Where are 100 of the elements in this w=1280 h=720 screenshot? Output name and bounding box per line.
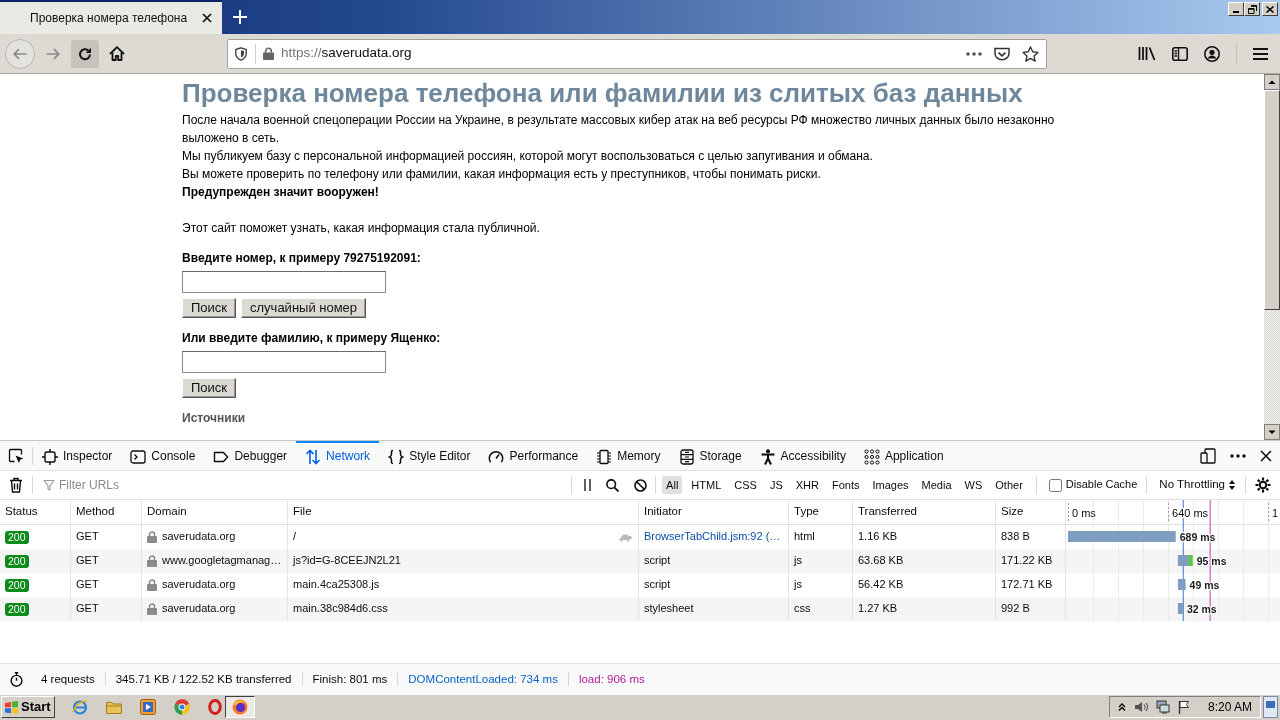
scroll-up-icon[interactable] xyxy=(1264,74,1280,90)
chevron-up-icon[interactable] xyxy=(1117,703,1126,711)
shield-icon[interactable] xyxy=(235,46,247,61)
e-logo-icon[interactable] xyxy=(71,699,88,715)
devtools-tab[interactable]: Network xyxy=(296,441,380,470)
search-icon[interactable] xyxy=(606,478,620,492)
close-button[interactable] xyxy=(1262,2,1278,16)
trash-icon[interactable] xyxy=(9,477,23,493)
column-header[interactable]: Domain xyxy=(147,505,187,519)
devtools-tab[interactable]: Style Editor xyxy=(379,441,480,470)
scrollbar-thumb[interactable] xyxy=(1264,90,1280,310)
timing-label: 32 ms xyxy=(1186,603,1217,615)
page-heading: Проверка номера телефона или фамилии из слитых баз данных xyxy=(182,78,1024,108)
column-header[interactable]: Status xyxy=(5,505,38,519)
books-icon[interactable] xyxy=(1138,46,1156,61)
scrollbar[interactable] xyxy=(1264,74,1280,440)
pocket-icon[interactable] xyxy=(994,46,1010,61)
filter-input[interactable]: Filter URLs xyxy=(55,477,572,493)
menu-icon[interactable] xyxy=(1253,47,1268,60)
address-bar[interactable]: https://saverudata.org xyxy=(227,38,1047,69)
devtools-tab[interactable]: Storage xyxy=(669,441,751,470)
braces-icon xyxy=(388,448,405,465)
timing-label: 95 ms xyxy=(1196,555,1227,567)
type-filter-button[interactable]: Media xyxy=(917,476,956,494)
close-icon[interactable] xyxy=(1260,449,1272,462)
load-time: load: 906 ms xyxy=(567,672,655,686)
browser-tab[interactable]: Проверка номера телефона xyxy=(0,0,222,34)
pick-element-icon[interactable] xyxy=(8,447,24,464)
flag-icon[interactable] xyxy=(1177,700,1190,714)
table-cell: stylesheet xyxy=(644,602,694,616)
star-icon[interactable] xyxy=(1022,45,1039,62)
disable-cache-checkbox[interactable] xyxy=(1048,478,1062,492)
info-text: Этот сайт поможет узнать, какая информация стала публичной. xyxy=(182,220,541,237)
column-header[interactable]: Method xyxy=(76,505,115,519)
devices-icon[interactable] xyxy=(1200,447,1216,464)
checkbox-label[interactable]: Disable Cache xyxy=(1065,478,1138,492)
devtools-tab[interactable]: Debugger xyxy=(204,441,297,470)
devtools-tab[interactable]: Accessibility xyxy=(750,441,855,470)
url-text[interactable]: https://saverudata.org xyxy=(281,45,412,62)
form-button[interactable]: Поиск xyxy=(182,298,237,318)
table-cell: css xyxy=(794,602,811,616)
minimize-button[interactable] xyxy=(1228,2,1244,16)
type-filter-button[interactable]: WS xyxy=(960,476,987,494)
column-header[interactable]: Type xyxy=(794,505,819,519)
type-filter-button[interactable]: XHR xyxy=(791,476,823,494)
devtools-tab[interactable]: Performance xyxy=(479,441,588,470)
more-icon[interactable] xyxy=(1230,453,1246,458)
segmented-circle-icon[interactable] xyxy=(173,699,190,715)
form-button[interactable]: случайный номер xyxy=(241,298,367,318)
type-filter-button[interactable]: Fonts xyxy=(828,476,864,494)
devtools-tab[interactable]: Inspector xyxy=(33,441,122,470)
column-header[interactable]: Initiator xyxy=(644,505,682,519)
ring-icon[interactable] xyxy=(207,699,222,715)
devtools-tab[interactable]: Application xyxy=(854,441,953,470)
reload-button[interactable] xyxy=(71,39,99,68)
stopwatch-icon[interactable] xyxy=(10,671,23,687)
type-filter-button[interactable]: CSS xyxy=(730,476,761,494)
text-input[interactable] xyxy=(182,271,386,293)
lock-icon xyxy=(147,555,157,567)
table-cell: main.38c984d6.css xyxy=(293,602,388,616)
block-icon[interactable] xyxy=(634,478,648,492)
up-down-caret-icon xyxy=(1229,480,1235,490)
start-button[interactable]: Start xyxy=(1,696,55,718)
type-filter-button[interactable]: Images xyxy=(868,476,913,494)
devtools-tab[interactable]: Memory xyxy=(587,441,670,470)
section-heading: Источники xyxy=(182,410,247,427)
plus-icon[interactable] xyxy=(233,10,247,24)
close-icon[interactable] xyxy=(202,13,212,23)
type-filter-button[interactable]: JS xyxy=(765,476,787,494)
type-filter-button[interactable]: Other xyxy=(991,476,1027,494)
pause-icon[interactable] xyxy=(584,479,592,491)
column-header[interactable]: Transferred xyxy=(858,505,917,519)
show-desktop-icon[interactable] xyxy=(1263,696,1278,718)
settings-icon[interactable] xyxy=(1255,477,1271,493)
initiator-link[interactable]: BrowserTabChild.jsm:92 (… xyxy=(644,530,781,544)
account-icon[interactable] xyxy=(1204,45,1220,62)
dot-grid-icon xyxy=(863,448,880,465)
throttling-select[interactable]: No Throttling xyxy=(1159,478,1235,492)
scroll-down-icon[interactable] xyxy=(1264,424,1280,440)
column-header[interactable]: Size xyxy=(1001,505,1024,519)
arrow-right-icon xyxy=(46,47,60,60)
dom-loaded-time: DOMContentLoaded: 734 ms xyxy=(397,672,568,686)
lock-icon[interactable] xyxy=(263,47,274,60)
type-filter-button[interactable]: HTML xyxy=(687,476,726,494)
column-header[interactable]: File xyxy=(293,505,312,519)
play-icon[interactable] xyxy=(139,699,156,715)
form-button[interactable]: Поиск xyxy=(182,378,237,398)
timing-bar xyxy=(1177,579,1186,590)
table-cell: saverudata.org xyxy=(162,578,236,592)
taskbar-app-button[interactable] xyxy=(224,696,255,718)
devtools-tab[interactable]: Console xyxy=(121,441,205,470)
more-icon[interactable] xyxy=(966,51,982,56)
restore-button[interactable] xyxy=(1244,2,1260,16)
sidebar-icon[interactable] xyxy=(1172,46,1188,61)
text-input[interactable] xyxy=(182,351,386,373)
table-cell: js xyxy=(794,554,802,568)
monitors-icon[interactable] xyxy=(1155,700,1170,714)
type-filter-button[interactable]: All xyxy=(662,476,683,494)
speaker-icon[interactable] xyxy=(1133,701,1148,713)
person-icon xyxy=(759,448,776,465)
